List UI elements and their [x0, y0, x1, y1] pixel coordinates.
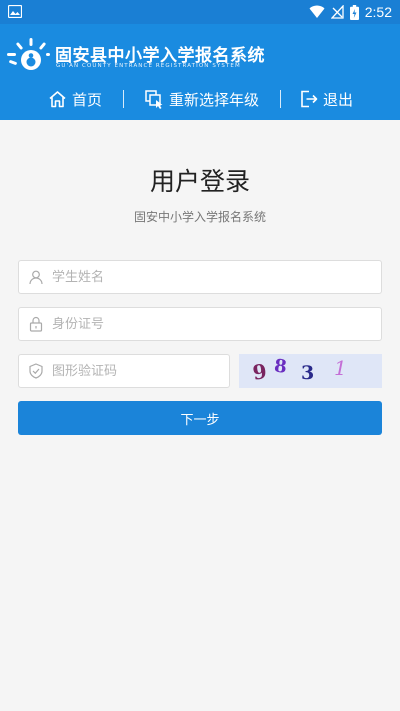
login-panel: 用户登录 固安中小学入学报名系统 9 8 3 1 下一步: [0, 120, 400, 711]
id-number-field[interactable]: [18, 307, 382, 341]
next-step-button[interactable]: 下一步: [18, 401, 382, 435]
app-subtitle: GU'AN COUNTY ENTRANCE REGISTRATION SYSTE…: [56, 63, 241, 69]
nav-reselect-grade[interactable]: 重新选择年级: [145, 86, 259, 112]
student-name-field[interactable]: [18, 260, 382, 294]
captcha-char: 1: [334, 356, 347, 380]
nav-home[interactable]: 首页: [48, 86, 102, 112]
gallery-icon: [8, 5, 22, 18]
logout-icon: [301, 90, 318, 108]
nav-divider: [123, 90, 124, 108]
battery-icon: [349, 4, 359, 20]
nav-home-label: 首页: [72, 90, 103, 109]
nav-reselect-label: 重新选择年级: [169, 90, 260, 109]
user-icon: [29, 270, 43, 285]
status-icons: 2:52: [309, 3, 392, 21]
logo-icon: [7, 38, 50, 70]
page-title: 用户登录: [149, 167, 250, 196]
status-bar: 2:52: [0, 0, 400, 24]
top-nav: 首页 重新选择年级 退出: [0, 84, 400, 114]
captcha-image[interactable]: 9 8 3 1: [239, 354, 382, 388]
captcha-char: 8: [273, 356, 288, 378]
lock-icon: [29, 316, 43, 332]
reselect-icon: [145, 89, 163, 109]
app-header: 固安县中小学入学报名系统 GU'AN COUNTY ENTRANCE REGIS…: [0, 24, 400, 120]
no-signal-icon: [330, 5, 344, 19]
nav-logout-label: 退出: [323, 90, 354, 109]
home-icon: [49, 91, 66, 108]
id-number-input[interactable]: [52, 310, 352, 338]
captcha-field[interactable]: [18, 354, 230, 388]
wifi-icon: [309, 5, 325, 18]
nav-logout[interactable]: 退出: [300, 86, 353, 112]
captcha-input[interactable]: [52, 357, 212, 385]
shield-icon: [29, 363, 43, 379]
nav-divider: [280, 90, 281, 108]
student-name-input[interactable]: [52, 263, 352, 291]
clock: 2:52: [364, 4, 392, 20]
captcha-char: 3: [301, 362, 314, 384]
page-subtitle: 固安中小学入学报名系统: [133, 210, 266, 224]
